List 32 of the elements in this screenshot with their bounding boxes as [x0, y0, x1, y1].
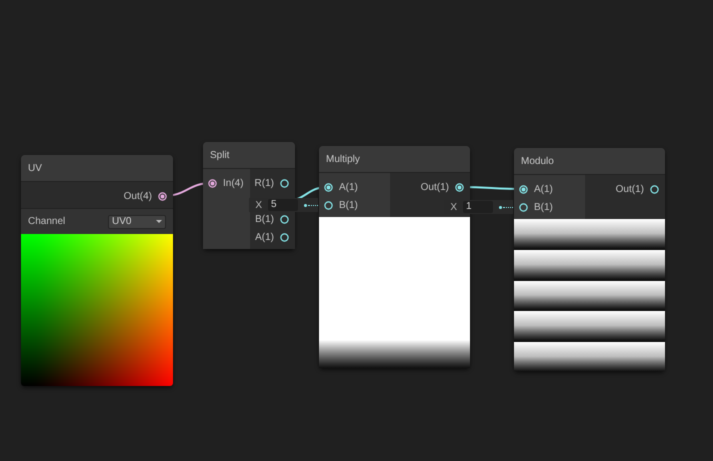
port-label: B(1): [339, 198, 358, 212]
port-label: Out(4): [124, 190, 152, 204]
port-label: R(1): [254, 176, 274, 190]
caret-icon: [156, 220, 162, 223]
port-label: A(1): [255, 230, 274, 244]
port-icon[interactable]: [158, 192, 167, 200]
control-label: Channel: [28, 215, 66, 229]
port-icon[interactable]: [324, 182, 333, 192]
port-label: B(1): [534, 200, 553, 214]
port-label: Out(1): [616, 182, 644, 196]
value-field[interactable]: X 5: [249, 198, 318, 212]
port-icon[interactable]: [280, 178, 289, 188]
port-icon[interactable]: [650, 184, 659, 194]
port-label: A(1): [339, 180, 358, 194]
port-icon[interactable]: [280, 232, 289, 242]
node-card[interactable]: UV Out(4) Channel UV0: [21, 155, 173, 386]
port-icon[interactable]: [324, 200, 333, 210]
port-icon[interactable]: [519, 184, 528, 194]
port-icon[interactable]: [208, 178, 217, 188]
port-icon[interactable]: [519, 202, 528, 212]
port-icon[interactable]: [280, 214, 289, 224]
port-icon[interactable]: [455, 182, 464, 192]
node-card[interactable]: Modulo A(1) B(1) Out(1): [514, 148, 665, 371]
node-title: UV: [28, 162, 42, 176]
port-label: Out(1): [420, 180, 449, 194]
node-title: Modulo: [521, 154, 554, 168]
port-label: In(4): [223, 176, 244, 190]
port-label: B(1): [255, 212, 274, 226]
node-title: Multiply: [326, 152, 360, 166]
channel-dropdown[interactable]: UV0: [108, 214, 166, 228]
node-title: Split: [210, 148, 230, 162]
port-label: A(1): [534, 182, 553, 196]
